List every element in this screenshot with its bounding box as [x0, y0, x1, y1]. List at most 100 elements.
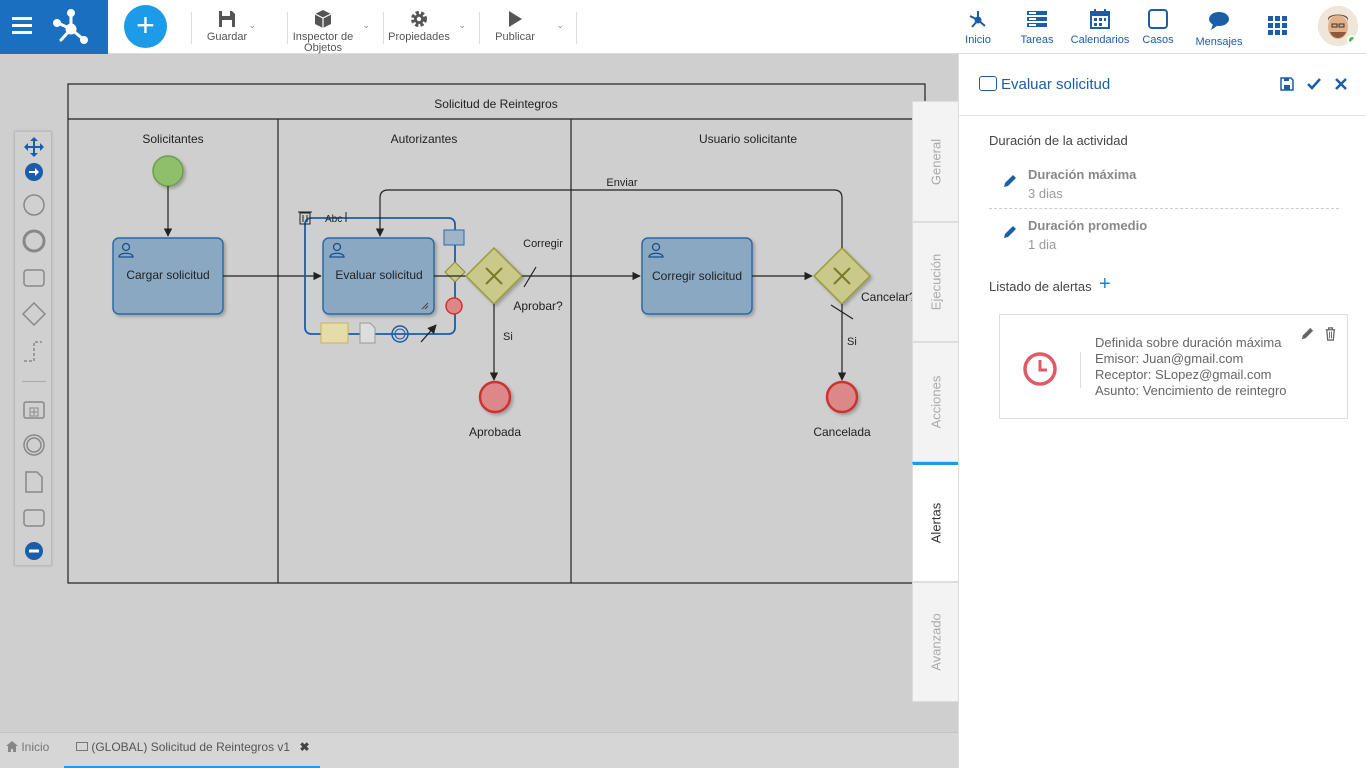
tab-label: General — [928, 138, 943, 185]
chevron-down-icon[interactable]: ⌄ — [362, 20, 370, 31]
data-object-icon[interactable] — [22, 470, 46, 494]
nav-home[interactable]: Inicio — [960, 0, 996, 54]
nav-cases[interactable]: Casos — [1140, 0, 1176, 54]
text-annotation-icon[interactable] — [320, 322, 349, 344]
lane-title-solicitantes: Solicitantes — [142, 132, 203, 146]
end-event-cancelada[interactable] — [825, 380, 859, 414]
chevron-down-icon[interactable]: ⌄ — [248, 20, 256, 31]
object-inspector-button[interactable]: Inspector de Objetos ⌄ — [290, 0, 370, 54]
close-icon[interactable] — [1333, 76, 1349, 92]
alert-line: Emisor: Juan@gmail.com — [1095, 351, 1244, 366]
app-logo-icon[interactable] — [52, 8, 90, 46]
save-icon[interactable] — [1279, 76, 1295, 92]
tab-home[interactable]: Inicio — [6, 733, 62, 768]
append-task-icon[interactable] — [443, 229, 465, 246]
nav-tasks[interactable]: Tareas — [1018, 0, 1056, 54]
brand-area — [0, 0, 108, 54]
max-duration-field[interactable]: Duración máxima 3 dias — [1004, 167, 1364, 201]
nav-tasks-label: Tareas — [1020, 34, 1054, 46]
avatar[interactable] — [1318, 6, 1358, 46]
tab-alertas[interactable]: Alertas — [912, 462, 958, 582]
alert-line: Definida sobre duración máxima — [1095, 335, 1282, 350]
home-icon — [6, 741, 18, 752]
alert-line: Asunto: Vencimiento de reintegro — [1095, 383, 1287, 398]
edit-icon[interactable] — [1002, 224, 1018, 240]
arrow-right-circle-icon[interactable] — [22, 160, 46, 184]
publish-label: Publicar — [495, 31, 535, 43]
inspector-label: Inspector de Objetos — [292, 31, 354, 54]
end-event-aprobada[interactable] — [478, 380, 512, 414]
connector-icon[interactable] — [22, 339, 46, 363]
properties-button[interactable]: Propiedades ⌄ — [386, 0, 466, 54]
properties-panel: Evaluar solicitud Duración de la activid… — [958, 54, 1366, 768]
panel-title: Evaluar solicitud — [1001, 76, 1111, 93]
flow-label-si: Si — [847, 336, 857, 348]
add-alert-button[interactable]: + — [1099, 274, 1111, 294]
intermediate-event-icon[interactable] — [22, 433, 46, 457]
pool-title: Solicitud de Reintegros — [434, 97, 557, 111]
gateway-icon[interactable] — [22, 302, 46, 326]
end-event-icon[interactable] — [22, 229, 46, 253]
save-label: Guardar — [206, 31, 248, 43]
group-icon[interactable] — [22, 506, 46, 530]
chevron-down-icon[interactable]: ⌄ — [458, 20, 466, 31]
add-button[interactable]: + — [124, 5, 167, 48]
tab-acciones[interactable]: Acciones — [912, 342, 958, 462]
edit-text-handle[interactable]: Abc — [325, 214, 342, 225]
field-value: 3 dias — [1028, 186, 1063, 201]
toolbar-divider — [576, 12, 577, 44]
move-icon[interactable] — [22, 135, 46, 159]
nav-messages[interactable]: Mensajes — [1193, 0, 1245, 54]
close-icon[interactable]: ✖ — [299, 740, 309, 754]
tab-ejecucion[interactable]: Ejecución — [912, 222, 958, 342]
task-icon[interactable] — [22, 266, 46, 290]
gateway-label: Cancelar? — [861, 290, 916, 304]
apps-grid-icon[interactable] — [1268, 16, 1288, 36]
tasks-icon — [1027, 11, 1047, 27]
document-tabs-bar: Inicio (GLOBAL) Solicitud de Reintegros … — [0, 732, 958, 768]
chevron-down-icon[interactable]: ⌄ — [556, 20, 564, 31]
flow-label-si: Si — [503, 331, 513, 343]
subprocess-icon[interactable] — [22, 398, 46, 422]
play-icon — [509, 11, 522, 27]
toolbar-divider — [287, 12, 288, 44]
top-toolbar: + Guardar ⌄ Inspector de Objetos ⌄ Propi… — [0, 0, 1366, 54]
shape-palette — [14, 131, 52, 566]
check-icon[interactable] — [1306, 76, 1322, 92]
alert-details: Definida sobre duración máxima Emisor: J… — [1095, 335, 1287, 399]
tab-avanzado[interactable]: Avanzado — [912, 582, 958, 702]
publish-button[interactable]: Publicar ⌄ — [490, 0, 564, 54]
save-button[interactable]: Guardar ⌄ — [204, 0, 256, 54]
edit-icon[interactable] — [1300, 326, 1315, 341]
trash-icon[interactable] — [1323, 326, 1338, 341]
end-event-label: Cancelada — [813, 425, 871, 439]
alert-card[interactable]: Definida sobre duración máxima Emisor: J… — [999, 314, 1348, 419]
collapse-palette-icon[interactable] — [22, 539, 46, 563]
end-event-label: Aprobada — [469, 425, 521, 439]
online-status-dot — [1347, 35, 1357, 45]
flow-label-enviar: Enviar — [606, 177, 638, 189]
pool[interactable] — [67, 83, 926, 584]
nav-calendars[interactable]: Calendarios — [1069, 0, 1131, 54]
cases-icon — [1148, 9, 1168, 29]
tab-general[interactable]: General — [912, 101, 958, 222]
data-object-icon[interactable] — [359, 322, 376, 344]
menu-icon[interactable] — [12, 17, 32, 37]
field-label: Duración máxima — [1028, 167, 1137, 182]
gateway-label: Aprobar? — [513, 299, 563, 313]
toolbar-divider — [191, 12, 192, 44]
toolbar-divider — [383, 12, 384, 44]
append-end-event-icon[interactable] — [445, 297, 463, 315]
diagram-canvas[interactable]: Solicitud de Reintegros Solicitantes Aut… — [0, 54, 958, 732]
start-event[interactable] — [152, 155, 184, 187]
gear-icon — [411, 11, 427, 27]
bpmn-diagram[interactable]: Solicitud de Reintegros Solicitantes Aut… — [0, 54, 958, 732]
edit-icon[interactable] — [1002, 173, 1018, 189]
task-label: Cargar solicitud — [126, 268, 209, 282]
lane-title-usuario: Usuario solicitante — [699, 132, 797, 146]
start-event-icon[interactable] — [22, 193, 46, 217]
chat-icon — [1209, 12, 1229, 30]
lane-title-autorizantes: Autorizantes — [391, 132, 458, 146]
avg-duration-field[interactable]: Duración promedio 1 dia — [1004, 218, 1364, 252]
tab-document[interactable]: (GLOBAL) Solicitud de Reintegros v1 ✖ — [64, 733, 320, 768]
